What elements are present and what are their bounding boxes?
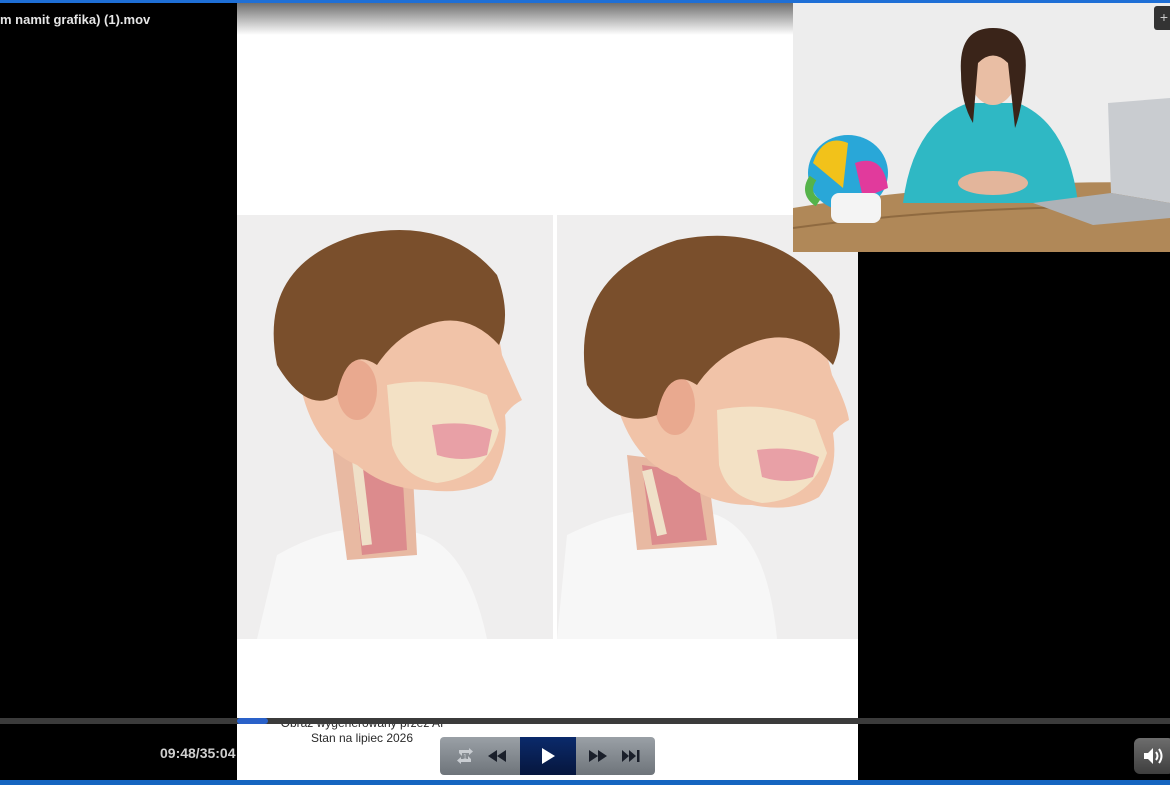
play-icon bbox=[542, 748, 555, 764]
loop-icon: 1 bbox=[457, 748, 473, 764]
rewind-button[interactable] bbox=[484, 737, 510, 775]
window-title: m namit grafika) (1).mov bbox=[0, 12, 151, 27]
seek-bar[interactable] bbox=[0, 718, 1170, 724]
caption-line-2: Stan na lipiec 2026 bbox=[310, 731, 414, 745]
webcam-overlay: + bbox=[793, 3, 1170, 252]
illustration-right-profile bbox=[557, 215, 858, 639]
skip-forward-icon bbox=[622, 750, 640, 762]
slide-top-shade bbox=[237, 3, 858, 35]
time-display: 09:48/35:04 bbox=[160, 745, 236, 761]
loop-button[interactable]: 1 bbox=[452, 737, 478, 775]
bottom-accent-bar bbox=[0, 780, 1170, 785]
play-button[interactable] bbox=[520, 737, 576, 775]
skip-forward-button[interactable] bbox=[618, 737, 644, 775]
rewind-icon bbox=[488, 750, 506, 762]
volume-button[interactable] bbox=[1134, 738, 1170, 774]
playback-controls: 1 bbox=[440, 737, 655, 775]
webcam-add-button[interactable]: + bbox=[1154, 6, 1170, 30]
volume-icon bbox=[1144, 748, 1163, 764]
illustration-left-profile bbox=[237, 215, 553, 639]
fast-forward-button[interactable] bbox=[585, 737, 611, 775]
fast-forward-icon bbox=[589, 750, 607, 762]
svg-text:1: 1 bbox=[463, 754, 467, 761]
video-slide: Obraz wygenerowany przez AI Stan na lipi… bbox=[237, 3, 858, 780]
seek-bar-progress bbox=[237, 718, 268, 724]
